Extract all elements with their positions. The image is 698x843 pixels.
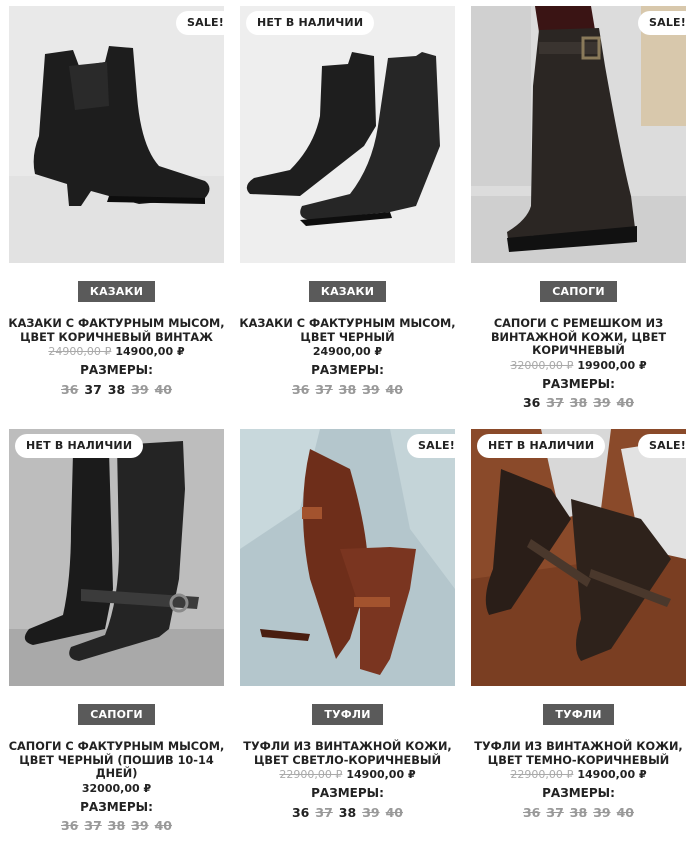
old-price: 32000,00 ₽ [510,358,574,372]
product-title[interactable]: КАЗАКИ С ФАКТУРНЫМ МЫСОМ, ЦВЕТ ЧЕРНЫЙ [230,317,465,344]
size-option: 37 [315,804,333,820]
price-block: 32000,00 ₽19900,00 ₽ [461,359,696,373]
product-card[interactable]: SALE! ТУФЛИ ТУФЛИ ИЗ ВИНТАЖНОЙ КОЖИ, ЦВЕ… [240,429,471,843]
size-option: 40 [385,804,404,820]
size-list: 36 37 38 39 40 [230,381,465,397]
size-option: 37 [546,804,564,820]
product-title[interactable]: ТУФЛИ ИЗ ВИНТАЖНОЙ КОЖИ, ЦВЕТ ТЕМНО-КОРИ… [461,740,696,767]
product-grid: SALE! КАЗАКИ КАЗАКИ С ФАКТУРНЫМ МЫСОМ, Ц… [0,0,698,832]
size-list: 36 37 38 39 40 [461,804,696,820]
size-option: 40 [154,381,173,397]
boot-photo [240,6,455,263]
size-list: 36 37 38 39 40 [0,381,234,397]
size-option: 39 [131,381,149,397]
size-option[interactable]: 37 [84,382,101,397]
product-card[interactable]: НЕТ В НАЛИЧИИ SALE! ТУФЛИ ТУФЛИ ИЗ ВИНТА… [471,429,698,843]
product-image[interactable] [9,429,224,686]
size-option: 39 [131,818,149,833]
sizes-label: Размеры: [311,363,384,377]
size-option: 39 [362,381,380,397]
old-price: 22900,00 ₽ [510,768,574,781]
product-title[interactable]: САПОГИ С РЕМЕШКОМ ИЗ ВИНТАЖНОЙ КОЖИ, ЦВЕ… [461,317,696,358]
size-option: 37 [546,395,564,410]
product-image[interactable] [240,429,455,686]
size-option: 40 [385,381,404,397]
size-option: 36 [60,818,79,833]
current-price: 32000,00 ₽ [81,781,152,795]
sizes-label: Размеры: [542,376,615,391]
out-of-stock-badge: НЕТ В НАЛИЧИИ [477,434,606,458]
current-price: 14900,00 ₽ [115,345,185,358]
out-of-stock-badge: НЕТ В НАЛИЧИИ [15,434,144,458]
size-list: 36 37 38 39 40 [230,804,465,820]
category-label[interactable]: КАЗАКИ [308,281,387,302]
product-card[interactable]: SALE! КАЗАКИ КАЗАКИ С ФАКТУРНЫМ МЫСОМ, Ц… [8,6,240,420]
product-card[interactable]: НЕТ В НАЛИЧИИ КАЗАКИ КАЗАКИ С ФАКТУРНЫМ … [239,6,471,420]
size-option: 36 [60,381,79,397]
price-block: 22900,00 ₽14900,00 ₽ [461,768,696,782]
size-option: 38 [569,395,588,410]
old-price: 22900,00 ₽ [279,768,343,781]
price-block: 32000,00 ₽ [0,782,234,796]
sale-badge: SALE! [407,434,466,458]
size-option[interactable]: 38 [108,382,125,397]
size-option: 38 [107,818,126,833]
product-image[interactable] [471,429,686,686]
out-of-stock-badge: НЕТ В НАЛИЧИИ [246,11,375,35]
boot-photo [9,429,224,686]
price-block: 24900,00 ₽ [230,345,465,359]
category-label[interactable]: ТУФЛИ [312,704,383,725]
price-block: 24900,00 ₽14900,00 ₽ [0,345,234,359]
shoe-photo [240,429,455,686]
current-price: 19900,00 ₽ [577,358,647,372]
size-list: 36 37 38 39 40 [461,396,696,410]
size-option: 38 [338,381,357,397]
size-option: 38 [569,804,588,820]
product-image[interactable] [240,6,455,263]
shoe-photo [471,429,686,686]
size-option: 40 [616,395,635,410]
size-option[interactable]: 38 [339,805,356,820]
product-image[interactable] [9,6,224,263]
size-option[interactable]: 36 [523,395,540,410]
size-option: 39 [593,804,611,820]
sizes-label: Размеры: [80,363,153,377]
product-image[interactable] [471,6,686,263]
product-card[interactable]: НЕТ В НАЛИЧИИ САПОГИ САПОГИ С ФАКТУРНЫМ … [9,429,240,843]
product-card[interactable]: SALE! САПОГИ САПОГИ С РЕМЕШКОМ ИЗ ВИНТАЖ… [471,6,698,420]
sizes-label: Размеры: [311,786,384,800]
sale-badge: SALE! [638,11,697,35]
product-title[interactable]: САПОГИ С ФАКТУРНЫМ МЫСОМ, ЦВЕТ ЧЕРНЫЙ (П… [0,740,234,781]
size-option: 37 [315,381,333,397]
current-price: 24900,00 ₽ [312,345,383,358]
size-list: 36 37 38 39 40 [0,819,234,833]
product-title[interactable]: ТУФЛИ ИЗ ВИНТАЖНОЙ КОЖИ, ЦВЕТ СВЕТЛО-КОР… [230,740,465,767]
category-label[interactable]: ТУФЛИ [543,704,614,725]
size-option: 39 [362,804,380,820]
size-option: 40 [154,818,173,833]
sizes-label: Размеры: [80,799,153,814]
category-label[interactable]: КАЗАКИ [77,281,156,302]
category-label[interactable]: САПОГИ [540,281,617,302]
current-price: 14900,00 ₽ [346,768,416,781]
sale-badge: SALE! [176,11,235,35]
old-price: 24900,00 ₽ [48,345,112,358]
size-option: 39 [593,395,611,410]
current-price: 14900,00 ₽ [577,768,647,781]
size-option: 40 [616,804,635,820]
sale-badge: SALE! [638,434,697,458]
boot-photo [9,6,224,263]
size-option[interactable]: 36 [292,805,309,820]
category-label[interactable]: САПОГИ [78,704,155,725]
product-title[interactable]: КАЗАКИ С ФАКТУРНЫМ МЫСОМ, ЦВЕТ КОРИЧНЕВЫ… [0,317,234,344]
size-option: 36 [522,804,541,820]
size-option: 37 [84,818,102,833]
size-option: 36 [291,381,310,397]
sizes-label: Размеры: [542,786,615,800]
price-block: 22900,00 ₽14900,00 ₽ [230,768,465,782]
boot-photo [471,6,686,263]
